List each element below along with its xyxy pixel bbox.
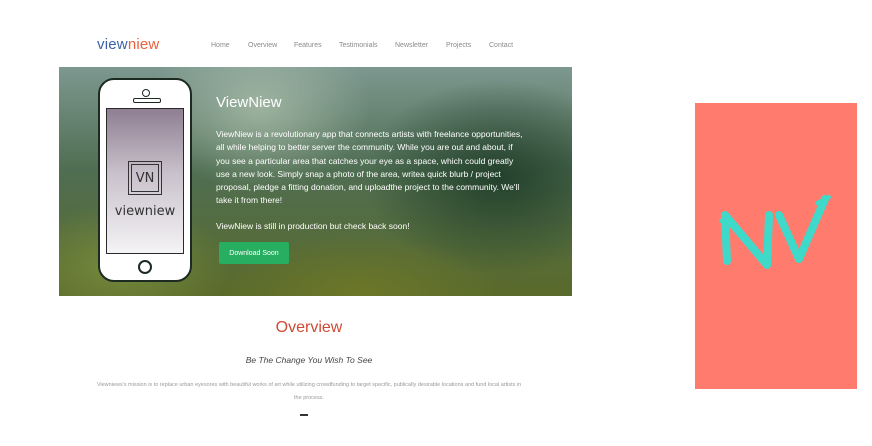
nv-monogram-icon xyxy=(719,195,831,269)
app-logo-text: VN xyxy=(131,164,159,192)
phone-camera xyxy=(142,89,150,97)
nav-testimonials[interactable]: Testimonials xyxy=(339,42,378,49)
phone-speaker xyxy=(133,98,161,103)
phone-home-button xyxy=(138,260,152,274)
nav-features[interactable]: Features xyxy=(294,42,322,49)
nav-home[interactable]: Home xyxy=(211,42,230,49)
nav-projects[interactable]: Projects xyxy=(446,42,471,49)
hero-status: ViewNiew is still in production but chec… xyxy=(216,221,410,231)
hero-title: ViewNiew xyxy=(216,94,282,111)
overview-text: Viewniews's mission is to replace urban … xyxy=(96,382,522,401)
nav-overview[interactable]: Overview xyxy=(248,42,277,49)
brand-tile-art: NV xyxy=(695,103,831,269)
download-button[interactable]: Download Soon xyxy=(219,242,289,264)
main-nav: Home Overview Features Testimonials News… xyxy=(0,42,600,54)
app-name: viewniew xyxy=(114,204,176,219)
brand-tile: NV xyxy=(695,103,857,389)
cutoff-heading-fragment xyxy=(300,414,308,416)
overview-subtitle: Be The Change You Wish To See xyxy=(245,355,373,365)
phone-mockup: VN viewniew xyxy=(98,78,192,282)
brand-tile-text: NV xyxy=(695,103,697,104)
nav-contact[interactable]: Contact xyxy=(489,42,513,49)
overview-title: Overview xyxy=(275,319,343,336)
hero-description: ViewNiew is a revolutionary app that con… xyxy=(216,129,523,206)
app-logo-box: VN xyxy=(128,161,162,195)
phone-screen: VN viewniew xyxy=(106,108,184,254)
nav-newsletter[interactable]: Newsletter xyxy=(395,42,428,49)
